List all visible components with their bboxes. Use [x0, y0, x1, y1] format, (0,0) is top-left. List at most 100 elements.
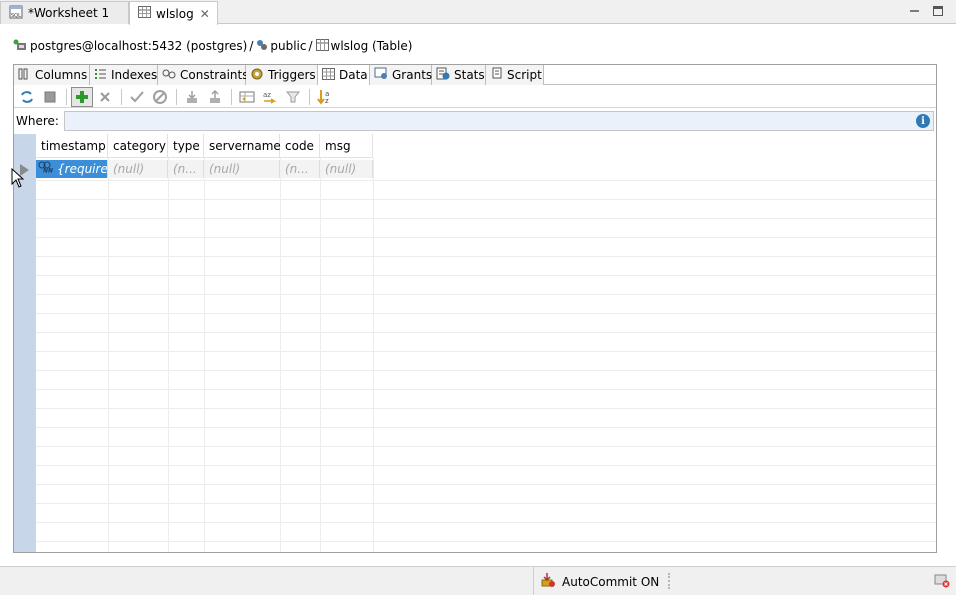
tab-triggers[interactable]: Triggers	[246, 65, 318, 85]
row-header-gutter	[14, 134, 36, 552]
tab-grants[interactable]: Grants	[370, 65, 432, 85]
cell-value: {required	[57, 162, 108, 176]
column-header-type[interactable]: type	[168, 134, 204, 158]
tab-label: Triggers	[268, 68, 316, 82]
svg-text:z: z	[325, 97, 329, 105]
tab-label: *Worksheet 1	[28, 6, 110, 20]
tab-script[interactable]: Script	[486, 65, 544, 85]
tab-worksheet-1[interactable]: SQL *Worksheet 1	[0, 1, 129, 24]
where-filter-field: i	[64, 111, 934, 131]
table-icon	[138, 6, 151, 21]
autocommit-status[interactable]: AutoCommit ON	[533, 567, 659, 595]
cell-category[interactable]: (null)	[108, 160, 168, 178]
sort-az-button[interactable]: az	[314, 87, 336, 107]
toolbar-separator	[309, 88, 310, 105]
autocommit-label: AutoCommit ON	[562, 574, 660, 589]
breadcrumb-table[interactable]: wlslog (Table)	[331, 39, 413, 53]
fetch-all-button[interactable]	[236, 87, 258, 107]
sort-button[interactable]: az	[259, 87, 281, 107]
grid-row-line	[36, 427, 936, 428]
toolbar-separator	[176, 88, 177, 105]
svg-text:az: az	[263, 91, 271, 99]
column-header-timestamp[interactable]: timestamp	[36, 134, 108, 158]
info-icon[interactable]: i	[916, 114, 930, 128]
breadcrumb-separator: /	[308, 39, 313, 53]
grid-row-line	[36, 503, 936, 504]
column-header-msg[interactable]: msg	[320, 134, 373, 158]
cell-type[interactable]: (n...	[168, 160, 204, 178]
tab-indexes[interactable]: Indexes	[90, 65, 158, 85]
grid-row-line	[36, 389, 936, 390]
tab-data[interactable]: Data	[318, 65, 370, 85]
cell-timestamp[interactable]: NN {required	[36, 160, 108, 178]
autocommit-icon	[540, 572, 556, 591]
export-button[interactable]	[181, 87, 203, 107]
grid-icon	[322, 67, 335, 83]
close-icon[interactable]: ✕	[200, 7, 210, 21]
connection-icon	[12, 39, 28, 54]
tab-wlslog[interactable]: wlslog ✕	[129, 1, 218, 25]
grid-row-line	[36, 351, 936, 352]
minimize-icon[interactable]	[909, 5, 921, 17]
stats-icon	[436, 67, 450, 83]
grid-row-line	[36, 275, 936, 276]
breadcrumb-connection[interactable]: postgres@localhost:5432 (postgres)	[30, 39, 247, 53]
export-icon	[187, 90, 197, 103]
grants-icon	[374, 67, 388, 83]
status-separator	[668, 573, 670, 589]
gear-icon	[250, 67, 264, 84]
cell-msg[interactable]: (null)	[320, 160, 373, 178]
grid-row-line	[36, 484, 936, 485]
data-grid: timestamp category type servername code …	[14, 134, 936, 552]
table-icon	[315, 38, 329, 54]
grid-row-line	[36, 237, 936, 238]
grid-row-line	[36, 541, 936, 542]
tab-label: Columns	[35, 68, 88, 82]
where-label: Where:	[16, 114, 59, 128]
grid-row-line	[36, 256, 936, 257]
delete-row-button[interactable]	[94, 87, 116, 107]
grid-row-line	[36, 370, 936, 371]
cell-servername[interactable]: (null)	[204, 160, 280, 178]
tab-label: Constraints	[180, 68, 249, 82]
data-toolbar: az az	[14, 86, 936, 108]
refresh-button[interactable]	[16, 87, 38, 107]
breadcrumb-schema[interactable]: public	[270, 39, 306, 53]
sql-worksheet-icon: SQL	[9, 5, 23, 22]
tab-constraints[interactable]: Constraints	[158, 65, 249, 85]
grid-row-line	[36, 199, 936, 200]
column-headers: timestamp category type servername code …	[36, 134, 373, 158]
tab-stats[interactable]: Stats	[432, 65, 486, 85]
constraints-icon	[162, 68, 176, 83]
where-input[interactable]	[65, 112, 885, 130]
import-button[interactable]	[204, 87, 226, 107]
notification-icon[interactable]	[934, 574, 950, 591]
rollback-button[interactable]	[149, 87, 171, 107]
tab-columns[interactable]: Columns	[14, 65, 90, 85]
maximize-icon[interactable]	[932, 5, 944, 17]
filter-button[interactable]	[282, 87, 304, 107]
sort-icon: az	[263, 91, 277, 104]
grid-row-line	[36, 294, 936, 295]
toolbar-separator	[231, 88, 232, 105]
sort-az-icon: az	[317, 89, 329, 105]
column-header-code[interactable]: code	[280, 134, 320, 158]
svg-text:SQL: SQL	[11, 13, 21, 19]
insert-row-button[interactable]	[71, 86, 93, 107]
grid-row-line	[36, 408, 936, 409]
indexes-icon	[94, 68, 107, 83]
fetch-all-icon	[239, 91, 255, 102]
commit-button[interactable]	[126, 87, 148, 107]
columns-icon	[18, 68, 31, 83]
grid-row-line	[36, 313, 936, 314]
column-header-category[interactable]: category	[108, 134, 168, 158]
import-icon	[210, 89, 220, 103]
column-header-servername[interactable]: servername	[204, 134, 281, 158]
grid-row-line	[36, 465, 936, 466]
grid-row-line	[36, 332, 936, 333]
stop-button[interactable]	[39, 87, 61, 107]
cancel-icon	[153, 89, 167, 104]
cell-code[interactable]: (n...	[280, 160, 320, 178]
svg-text:NN: NN	[43, 168, 53, 174]
editor-tab-bar: SQL *Worksheet 1 wlslog ✕	[0, 0, 956, 25]
